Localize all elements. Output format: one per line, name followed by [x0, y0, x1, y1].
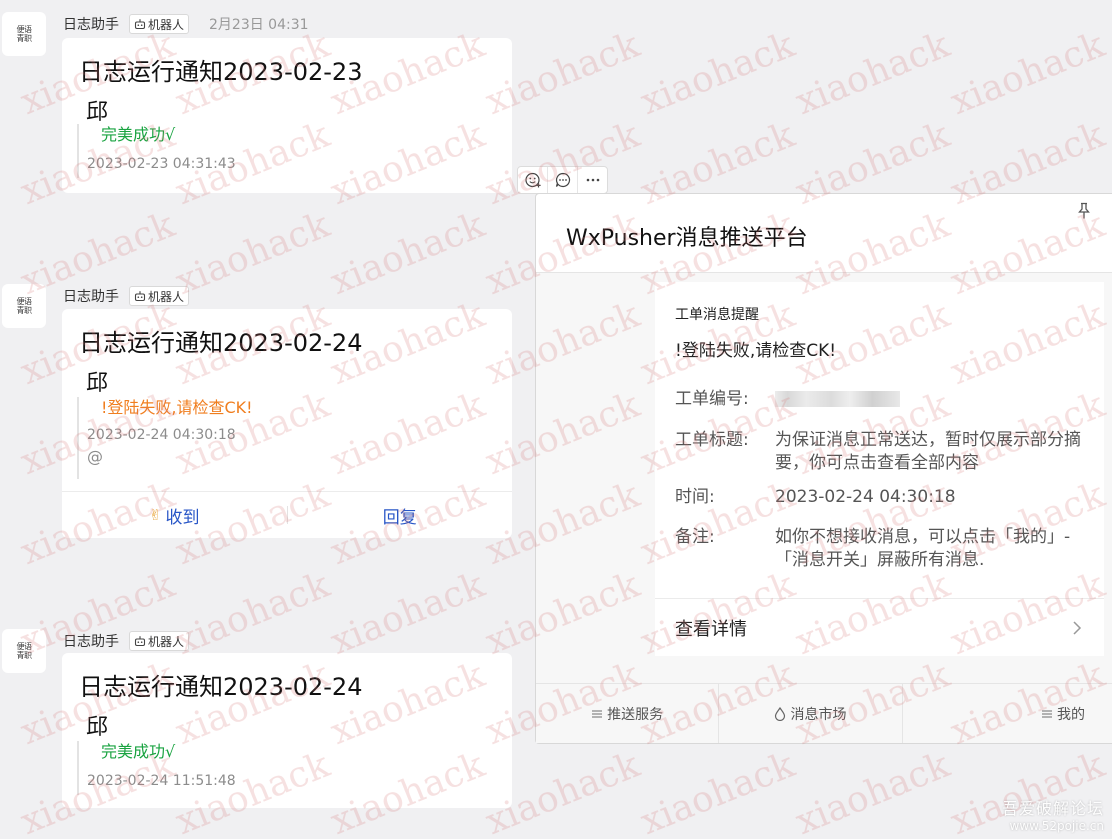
panel-title: WxPusher消息推送平台: [566, 226, 808, 251]
menu-push-service[interactable]: 推送服务: [536, 684, 720, 743]
robot-icon: [134, 291, 146, 302]
reply-button[interactable]: 回复: [288, 503, 513, 528]
bot-tag-label: 机器人: [148, 634, 185, 649]
bot-tag-label: 机器人: [148, 289, 185, 304]
message-card[interactable]: 日志运行通知2023-02-24 邱 !登陆失败,请检查CK! 2023-02-…: [62, 309, 512, 538]
message-hover-toolbar: [517, 166, 608, 194]
watermark-text: xiaohack: [635, 24, 801, 124]
clap-icon: ✌: [148, 506, 162, 524]
card-quote: 完美成功√ 2023-02-23 04:31:43: [77, 124, 236, 178]
field-value: [775, 388, 1100, 414]
card-author: 邱: [86, 715, 109, 740]
menu-lines-icon: [592, 709, 603, 718]
bot-tag: 机器人: [129, 14, 190, 34]
status-text: !登陆失败,请检查CK!: [101, 398, 253, 417]
menu-label: 推送服务: [607, 706, 664, 723]
message-header: 日志助手 机器人: [63, 631, 190, 651]
bot-tag: 机器人: [129, 631, 190, 651]
emoji-reaction-button[interactable]: [518, 167, 548, 193]
watermark-text: xiaohack: [325, 204, 491, 304]
watermark-text: xiaohack: [790, 24, 956, 124]
card-title: 日志运行通知2023-02-24: [79, 329, 363, 357]
reply-label: 回复: [382, 507, 417, 528]
bot-tag: 机器人: [129, 286, 190, 306]
menu-lines-icon: [1041, 709, 1052, 718]
menu-label: 消息市场: [790, 706, 847, 723]
avatar-text: 便语 青职: [16, 297, 33, 315]
field-label: 工单编号:: [675, 389, 749, 409]
watermark-text: xiaohack: [170, 564, 336, 664]
droplet-icon: [775, 706, 786, 721]
pin-icon[interactable]: [1077, 202, 1091, 220]
avatar[interactable]: 便语 青职: [2, 629, 46, 673]
mention-text: @: [87, 447, 103, 466]
sender-name[interactable]: 日志助手: [63, 14, 119, 34]
chat-bubble-icon: [555, 172, 570, 188]
message-card[interactable]: 日志运行通知2023-02-24 邱 完美成功√ 2023-02-24 11:5…: [62, 653, 512, 808]
watermark-text: xiaohack: [325, 564, 491, 664]
watermark-text: xiaohack: [635, 744, 801, 839]
forum-logo: 吾爱破解论坛 www.52pojie.cn: [1002, 795, 1104, 833]
notice-field-title: 工单标题: 为保证消息正常送达，暂时仅展示部分摘要，你可点击查看全部内容: [675, 429, 1100, 475]
notice-type: 工单消息提醒: [675, 307, 759, 323]
watermark-text: xiaohack: [790, 744, 956, 839]
bot-tag-label: 机器人: [148, 17, 185, 32]
sender-name[interactable]: 日志助手: [63, 286, 119, 306]
panel-menu: 推送服务 消息市场 我的: [536, 683, 1112, 743]
avatar[interactable]: 便语 青职: [2, 12, 46, 56]
log-time: 2023-02-23 04:31:43: [87, 156, 236, 172]
view-details-label: 查看详情: [675, 618, 747, 640]
panel-header: WxPusher消息推送平台: [536, 194, 1112, 273]
quote-reply-button[interactable]: [548, 167, 578, 193]
chevron-right-icon: [1073, 620, 1082, 635]
card-quote: !登陆失败,请检查CK! 2023-02-24 04:30:18 @: [77, 397, 253, 479]
message-header: 日志助手 机器人 2月23日 04:31: [63, 14, 309, 34]
watermark-text: xiaohack: [945, 24, 1111, 124]
log-time: 2023-02-24 04:30:18: [87, 427, 236, 443]
wxpusher-panel: WxPusher消息推送平台 工单消息提醒 !登陆失败,请检查CK! 工单编号:…: [535, 193, 1112, 744]
forum-logo-name: 吾爱破解论坛: [1001, 799, 1104, 818]
log-time: 2023-02-24 11:51:48: [87, 773, 236, 789]
message-header: 日志助手 机器人: [63, 286, 190, 306]
card-title: 日志运行通知2023-02-23: [79, 58, 363, 86]
menu-message-market[interactable]: 消息市场: [719, 684, 903, 743]
view-details-link[interactable]: 查看详情: [655, 598, 1104, 656]
card-quote: 完美成功√ 2023-02-24 11:51:48: [77, 741, 236, 795]
avatar[interactable]: 便语 青职: [2, 284, 46, 328]
field-value: 如你不想接收消息，可以点击「我的」-「消息开关」屏蔽所有消息.: [775, 527, 1071, 570]
menu-label: 我的: [1056, 706, 1085, 723]
emoji-add-icon: [524, 172, 541, 188]
notice-field-id: 工单编号:: [675, 388, 1100, 414]
card-author: 邱: [86, 100, 109, 125]
received-button[interactable]: ✌ 收到: [62, 503, 287, 528]
robot-icon: [134, 636, 146, 647]
field-value: 2023-02-24 04:30:18: [775, 487, 956, 507]
card-actions: ✌ 收到 回复: [62, 491, 512, 538]
robot-icon: [134, 19, 146, 30]
avatar-text: 便语 青职: [16, 642, 33, 660]
card-author: 邱: [86, 371, 109, 396]
notice-field-time: 时间: 2023-02-24 04:30:18: [675, 486, 1100, 509]
field-label: 时间:: [675, 487, 715, 507]
status-text: 完美成功√: [101, 742, 176, 761]
menu-mine[interactable]: 我的: [903, 684, 1112, 743]
redacted-value: [775, 391, 900, 407]
more-dots-icon: [586, 178, 599, 182]
notice-card[interactable]: 工单消息提醒 !登陆失败,请检查CK! 工单编号: 工单标题: 为保证消息正常送…: [655, 282, 1104, 656]
avatar-text: 便语 青职: [16, 25, 33, 43]
field-value: 为保证消息正常送达，暂时仅展示部分摘要，你可点击查看全部内容: [775, 430, 1081, 473]
notice-summary: !登陆失败,请检查CK!: [675, 341, 837, 361]
message-time: 2月23日 04:31: [209, 17, 309, 33]
forum-logo-url: www.52pojie.cn: [1009, 819, 1104, 833]
field-label: 工单标题:: [675, 430, 749, 450]
field-label: 备注:: [675, 527, 715, 547]
notice-field-remark: 备注: 如你不想接收消息，可以点击「我的」-「消息开关」屏蔽所有消息.: [675, 526, 1100, 572]
more-options-button[interactable]: [578, 167, 607, 193]
card-title: 日志运行通知2023-02-24: [79, 673, 363, 701]
message-card[interactable]: 日志运行通知2023-02-23 邱 完美成功√ 2023-02-23 04:3…: [62, 38, 512, 193]
sender-name[interactable]: 日志助手: [63, 631, 119, 651]
status-text: 完美成功√: [101, 125, 176, 144]
received-label: 收到: [165, 507, 200, 528]
watermark-text: xiaohack: [170, 204, 336, 304]
